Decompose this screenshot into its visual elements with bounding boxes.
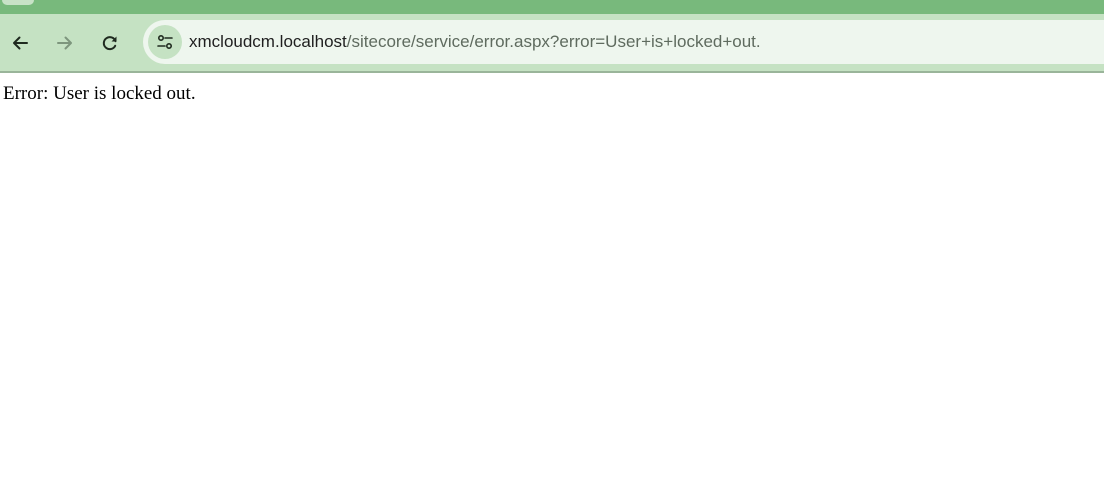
- forward-button[interactable]: [51, 29, 79, 57]
- error-message: Error: User is locked out.: [3, 83, 196, 104]
- arrow-left-icon: [13, 36, 28, 50]
- reload-button[interactable]: [96, 29, 124, 57]
- tab-strip: [0, 0, 1104, 14]
- address-bar[interactable]: xmcloudcm.localhost/sitecore/service/err…: [143, 20, 1104, 64]
- url-text[interactable]: xmcloudcm.localhost/sitecore/service/err…: [189, 20, 761, 64]
- back-button[interactable]: [6, 29, 34, 57]
- site-info-button[interactable]: [148, 25, 182, 59]
- browser-toolbar: xmcloudcm.localhost/sitecore/service/err…: [0, 14, 1104, 71]
- toolbar-divider: [0, 71, 1104, 73]
- arrow-right-icon: [57, 36, 72, 50]
- url-path: /sitecore/service/error.aspx?error=User+…: [346, 32, 761, 51]
- tab-edge[interactable]: [2, 0, 34, 5]
- reload-icon: [102, 36, 117, 51]
- site-settings-icon: [157, 34, 173, 50]
- url-host: xmcloudcm.localhost: [189, 32, 347, 51]
